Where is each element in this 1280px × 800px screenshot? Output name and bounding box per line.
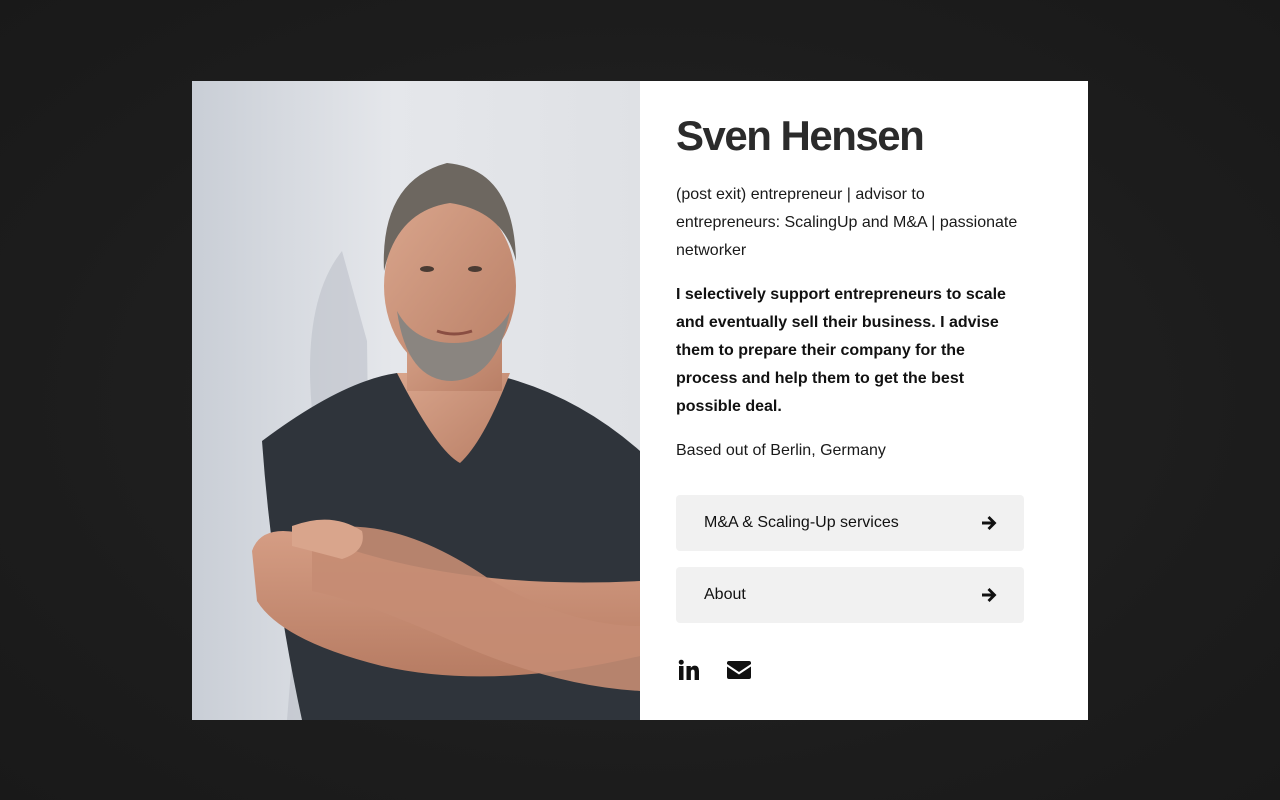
- profile-photo: [192, 81, 640, 720]
- profile-tagline: (post exit) entrepreneur | advisor to en…: [676, 186, 1018, 259]
- services-link-button[interactable]: M&A & Scaling-Up services: [676, 495, 1024, 551]
- services-link-label: M&A & Scaling-Up services: [704, 514, 899, 531]
- arrow-right-icon: [980, 514, 998, 532]
- linkedin-icon[interactable]: [676, 657, 702, 683]
- about-link-button[interactable]: About: [676, 567, 1024, 623]
- email-icon[interactable]: [726, 657, 752, 683]
- profile-name: Sven Hensen: [676, 112, 925, 159]
- profile-bio: I selectively support entrepreneurs to s…: [676, 286, 1006, 415]
- social-links: [676, 657, 1052, 683]
- profile-card: Sven Hensen (post exit) entrepreneur | a…: [192, 81, 1088, 720]
- profile-content: Sven Hensen (post exit) entrepreneur | a…: [640, 81, 1088, 720]
- about-link-label: About: [704, 586, 746, 603]
- arrow-right-icon: [980, 586, 998, 604]
- profile-location: Based out of Berlin, Germany: [676, 442, 886, 459]
